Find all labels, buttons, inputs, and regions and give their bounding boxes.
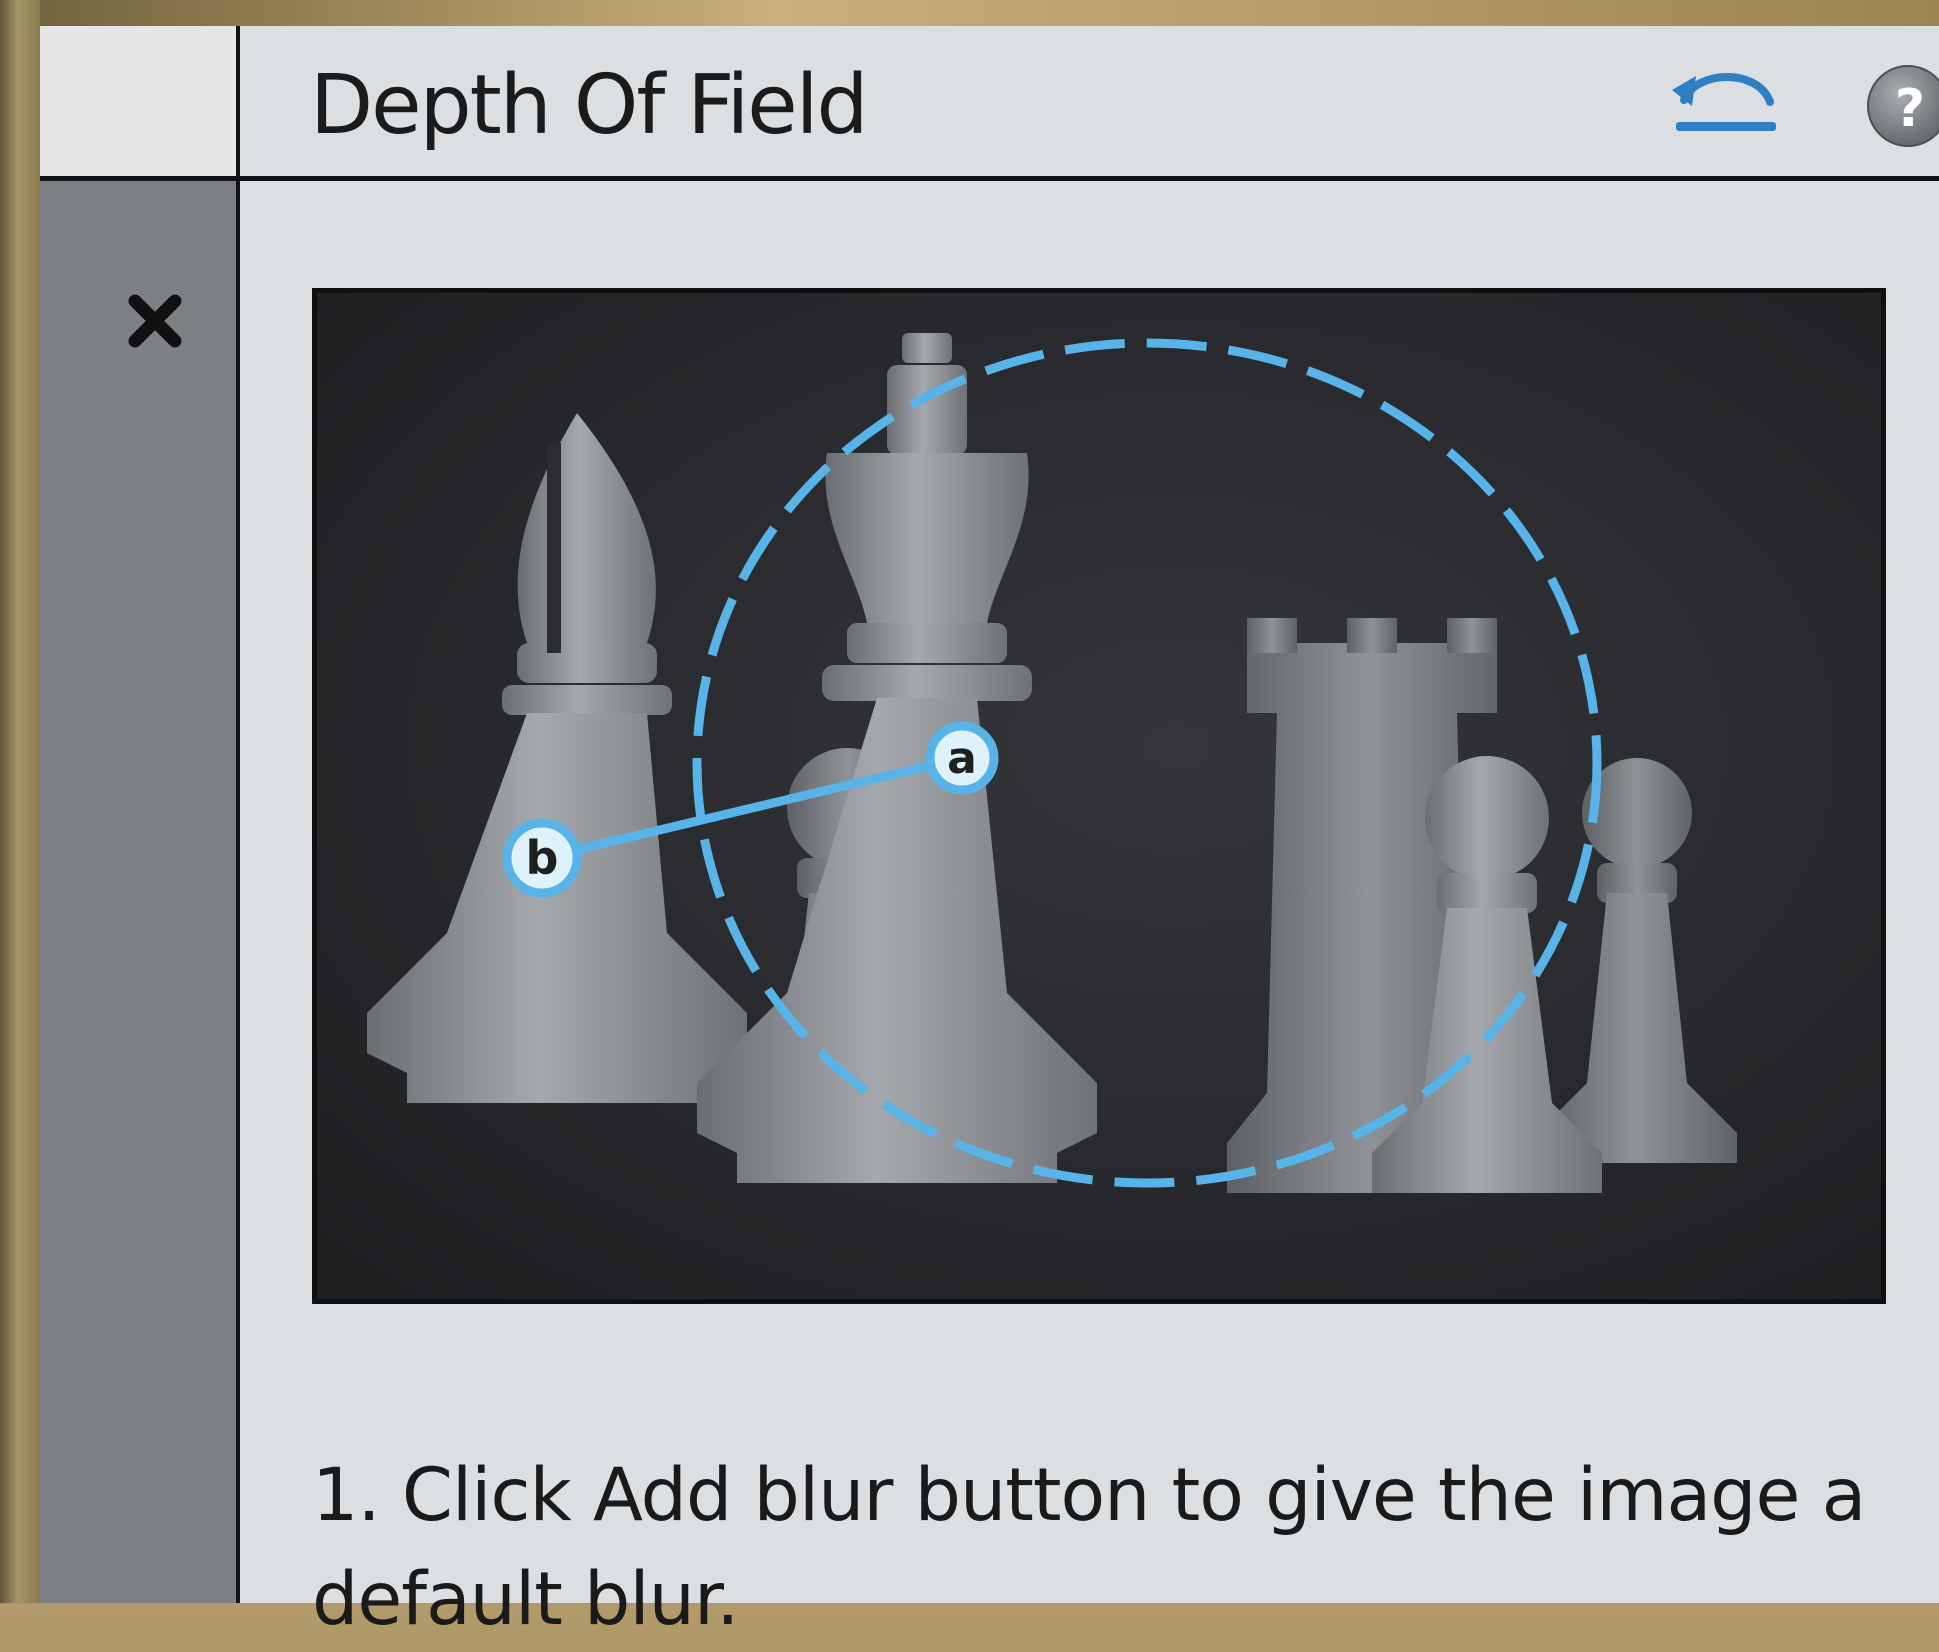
panel-title: Depth Of Field (310, 58, 869, 153)
window-frame-left (0, 0, 40, 1603)
reset-button[interactable] (1666, 60, 1786, 150)
help-button[interactable]: ? (1860, 62, 1939, 150)
marker-a-label: a (947, 733, 977, 784)
svg-text:?: ? (1895, 79, 1925, 139)
gutter-divider (236, 26, 240, 1603)
focus-point-b[interactable]: b (502, 818, 582, 898)
reset-arrow-icon (1672, 73, 1776, 131)
focus-point-a[interactable]: a (925, 721, 999, 795)
panel-gutter (40, 181, 236, 1603)
pawn-piece (1537, 758, 1737, 1163)
close-icon (128, 294, 182, 348)
help-icon: ? (1867, 65, 1939, 147)
instruction-step-1: 1. Click Add blur button to give the ima… (312, 1453, 1866, 1642)
chess-illustration: a b (367, 333, 1737, 1193)
depth-of-field-panel: Depth Of Field ? a b 1. Click Add blur b… (40, 26, 1939, 1642)
depth-of-field-preview[interactable]: a b (312, 288, 1886, 1304)
header-gutter (40, 26, 236, 176)
window-frame-top (0, 0, 1939, 26)
header-divider (40, 176, 1939, 181)
king-piece (697, 333, 1097, 1183)
close-button[interactable] (115, 281, 195, 361)
bishop-piece (367, 413, 747, 1103)
marker-b-label: b (526, 831, 559, 885)
